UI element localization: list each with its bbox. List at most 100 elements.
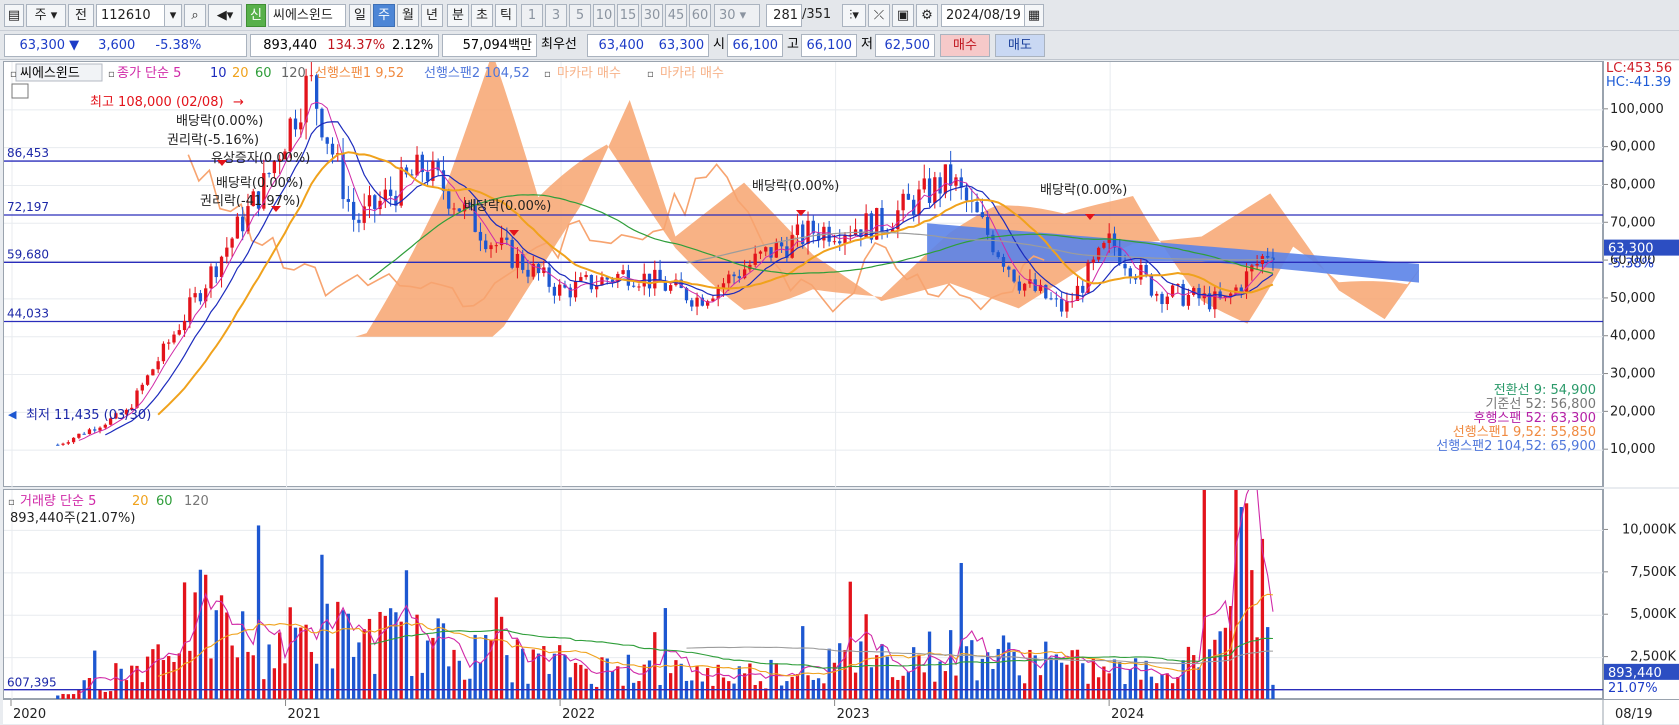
candle-type-icon[interactable]: ⫶▾ (842, 4, 866, 27)
candle-body (388, 189, 393, 196)
toolbar: ▤ 주 ▾ 전 112610 ▾ ⌕ ◀▾ 신 씨에스윈드 일 주 월 년 분 … (0, 0, 1679, 31)
volume-bar (758, 681, 763, 700)
volume-legend-ma120: 120 (184, 494, 209, 509)
volume-bar (1260, 538, 1265, 700)
volume-bar (737, 666, 741, 700)
candle-body (933, 177, 937, 203)
best-label: 최우선 (541, 37, 577, 52)
buy-button[interactable]: 매수 (940, 34, 990, 57)
volume-bar (626, 654, 631, 700)
candle-body (621, 270, 625, 274)
down-arrow-icon: ▼ (69, 38, 80, 53)
candle-body (1239, 287, 1243, 292)
interval-1[interactable]: 1 (521, 4, 543, 27)
level-label: 72,197 (7, 200, 49, 214)
candle-body (779, 242, 784, 247)
tab-period-minute[interactable]: 분 (447, 4, 469, 27)
candle-body (235, 216, 240, 239)
interval-5[interactable]: 5 (569, 4, 591, 27)
candle-body (346, 199, 351, 202)
volume-bar (505, 655, 509, 700)
tab-period-day[interactable]: 일 (349, 4, 371, 27)
volume-tick-label: 5,000K (1630, 607, 1676, 622)
speaker-icon[interactable]: ◀▾ (208, 4, 242, 27)
high-arrow-icon: → (233, 95, 244, 110)
sell-button[interactable]: 매도 (995, 34, 1045, 57)
volume-bar (151, 649, 155, 700)
calendar-icon[interactable]: ▦ (1024, 4, 1044, 27)
interval-30[interactable]: 30 (641, 4, 663, 27)
tab-period-tick[interactable]: 틱 (495, 4, 517, 27)
price-chart[interactable]: 86,45372,19759,68044,033▫ 씨에스윈드 ▫ 종가 단순 5 10… (4, 62, 1604, 488)
candle-body (584, 274, 588, 278)
draw-tool-icon[interactable]: ⤫ (868, 4, 890, 27)
date-input[interactable]: 2024/08/19 (941, 4, 1027, 27)
volume-bar (600, 657, 604, 700)
volume-chart-pane[interactable]: 607,395 ▫ 거래량 단순 5 20 60 120 893,440주(21.07%) (3, 489, 1604, 700)
volume-bar (314, 663, 319, 700)
code-dropdown-icon[interactable]: ▾ (164, 4, 182, 27)
interval-45[interactable]: 45 (665, 4, 687, 27)
volume-tag-pct: 21.07% (1608, 681, 1658, 696)
volume-bar (1133, 658, 1138, 700)
annotation-paid-increase: 유상증자(0.00%) (211, 151, 310, 166)
interval-select[interactable]: 30 ▾ (714, 4, 760, 27)
volume-bar (1081, 663, 1085, 700)
candle-body (93, 429, 97, 431)
volume-bar (1022, 683, 1027, 700)
period-select[interactable]: 주 ▾ (26, 4, 66, 27)
volume-bar (1107, 673, 1111, 700)
volume-bar (922, 672, 926, 700)
tab-period-week[interactable]: 주 (373, 4, 395, 27)
annotation-div3: 배당락(0.00%) (464, 199, 551, 214)
new-badge[interactable]: 신 (246, 4, 266, 27)
interval-15[interactable]: 15 (617, 4, 639, 27)
tab-period-year[interactable]: 년 (421, 4, 443, 27)
candle-body (1017, 281, 1022, 291)
bar-count-input[interactable]: 281 (766, 4, 802, 27)
volume-bar (330, 668, 335, 700)
volume-bar (1065, 664, 1069, 700)
volume-bar (346, 613, 351, 700)
volume-bar (1149, 676, 1154, 700)
chart-menu-icon[interactable]: ▤ (4, 4, 24, 27)
period-select-label: 주 (34, 8, 47, 23)
candle-body (938, 177, 942, 194)
candle-body (996, 252, 1000, 258)
tab-period-second[interactable]: 초 (471, 4, 493, 27)
level-label: 59,680 (7, 247, 49, 261)
search-icon[interactable]: ⌕ (184, 4, 206, 27)
volume-bar (1213, 639, 1217, 700)
low-label: 저 (861, 37, 873, 52)
candle-body (225, 247, 229, 257)
volume-chart[interactable]: 607,395 ▫ 거래량 단순 5 20 60 120 893,440주(21.07%) (4, 490, 1604, 700)
gear-icon[interactable]: ⚙ (916, 4, 938, 27)
candle-body (182, 320, 187, 331)
volume-bar (552, 653, 557, 700)
candle-body (484, 240, 488, 250)
prev-button[interactable]: 전 (68, 4, 94, 27)
price-chart-pane[interactable]: 86,453 72,197 59,680 44,033 ▫ 씨에스윈드 ▫ 종가 단순 5 10… (3, 61, 1604, 488)
volume-bar (875, 655, 879, 700)
candle-body (721, 283, 726, 288)
interval-60[interactable]: 60 (689, 4, 711, 27)
interval-10[interactable]: 10 (593, 4, 615, 27)
volume-bar (980, 658, 985, 700)
time-axis: 2020 2021 2022 2023 2024 08/19 (3, 699, 1679, 725)
volume-bar (230, 645, 234, 700)
candle-body (690, 300, 694, 307)
save-icon[interactable]: ▣ (892, 4, 914, 27)
volume-bar (1186, 646, 1191, 700)
tab-period-month[interactable]: 월 (397, 4, 419, 27)
volume-bar (209, 658, 213, 700)
interval-3[interactable]: 3 (545, 4, 567, 27)
price-tick-label: 40,000 (1610, 329, 1656, 344)
quote-bar: 63,300 ▼ 3,600 -5.38% 893,440 134.37% 2.… (0, 31, 1679, 60)
volume-bar (119, 668, 123, 700)
volume-bar (214, 610, 218, 700)
volume-bar (309, 651, 314, 700)
legend-ma60: 60 (255, 66, 272, 81)
volume-bar (785, 681, 789, 700)
volume-bar (885, 656, 889, 700)
volume-bar (790, 676, 794, 700)
